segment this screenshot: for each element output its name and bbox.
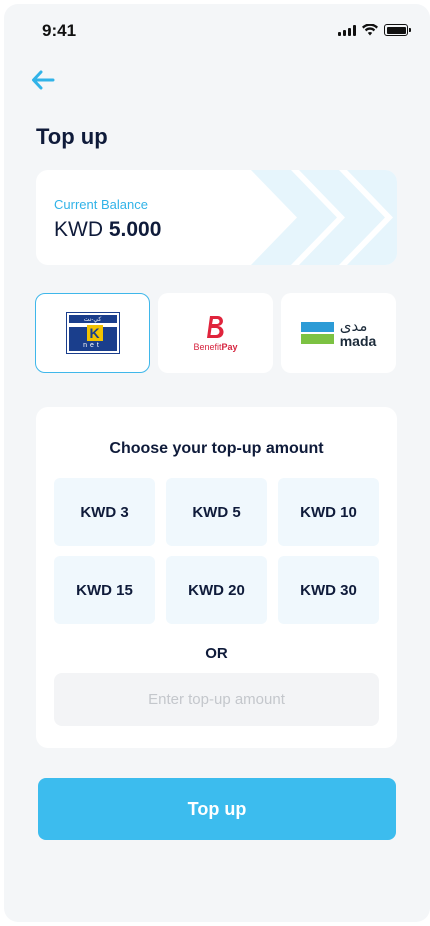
benefitpay-text: BenefitPay <box>193 342 237 352</box>
custom-amount-input[interactable] <box>54 673 379 726</box>
benefitpay-b-icon <box>207 316 225 339</box>
signal-icon <box>338 24 356 36</box>
arrow-left-icon <box>32 70 55 90</box>
back-button[interactable] <box>26 64 60 96</box>
topup-screen: 9:41 Top up Current Balance KWD 5.000 كي… <box>4 4 430 922</box>
mada-bars-icon <box>300 322 334 344</box>
page-title: Top up <box>36 124 108 149</box>
balance-amount: 5.000 <box>108 218 162 241</box>
amount-option-30[interactable]: KWD 30 <box>278 556 379 624</box>
balance-value: KWD 5.000 <box>54 218 161 242</box>
benefitpay-text-bold: Pay <box>221 342 238 352</box>
battery-icon <box>384 24 411 36</box>
mada-english: mada <box>339 332 377 349</box>
knet-logo-letter: K <box>86 325 103 341</box>
payment-method-mada[interactable]: مدى mada <box>281 293 396 373</box>
benefitpay-text-regular: Benefit <box>193 342 222 352</box>
mada-arabic: مدى <box>339 316 368 335</box>
amount-options: KWD 3 KWD 5 KWD 10 KWD 15 KWD 20 KWD 30 <box>54 478 379 624</box>
status-icons <box>338 24 411 36</box>
amount-card: Choose your top-up amount KWD 3 KWD 5 KW… <box>36 407 397 748</box>
balance-currency: KWD <box>54 218 103 241</box>
balance-label: Current Balance <box>54 197 148 212</box>
topup-button[interactable]: Top up <box>38 778 396 840</box>
knet-logo: كي-نت K net <box>65 312 120 354</box>
amount-option-5[interactable]: KWD 5 <box>166 478 267 546</box>
knet-logo-arabic: كي-نت <box>83 317 102 323</box>
payment-method-knet[interactable]: كي-نت K net <box>35 293 150 373</box>
wifi-icon <box>362 24 378 36</box>
balance-card: Current Balance KWD 5.000 <box>36 170 397 265</box>
amount-title: Choose your top-up amount <box>109 440 324 457</box>
amount-option-10[interactable]: KWD 10 <box>278 478 379 546</box>
payment-method-benefitpay[interactable]: BenefitPay <box>158 293 273 373</box>
knet-logo-text: net <box>83 342 102 349</box>
amount-option-20[interactable]: KWD 20 <box>166 556 267 624</box>
amount-option-3[interactable]: KWD 3 <box>54 478 155 546</box>
mada-logo: مدى mada <box>300 316 377 349</box>
benefitpay-logo: BenefitPay <box>193 314 238 352</box>
amount-option-15[interactable]: KWD 15 <box>54 556 155 624</box>
chevron-decoration-icon <box>251 170 397 265</box>
or-label: OR <box>205 645 228 662</box>
status-time: 9:41 <box>42 21 77 40</box>
